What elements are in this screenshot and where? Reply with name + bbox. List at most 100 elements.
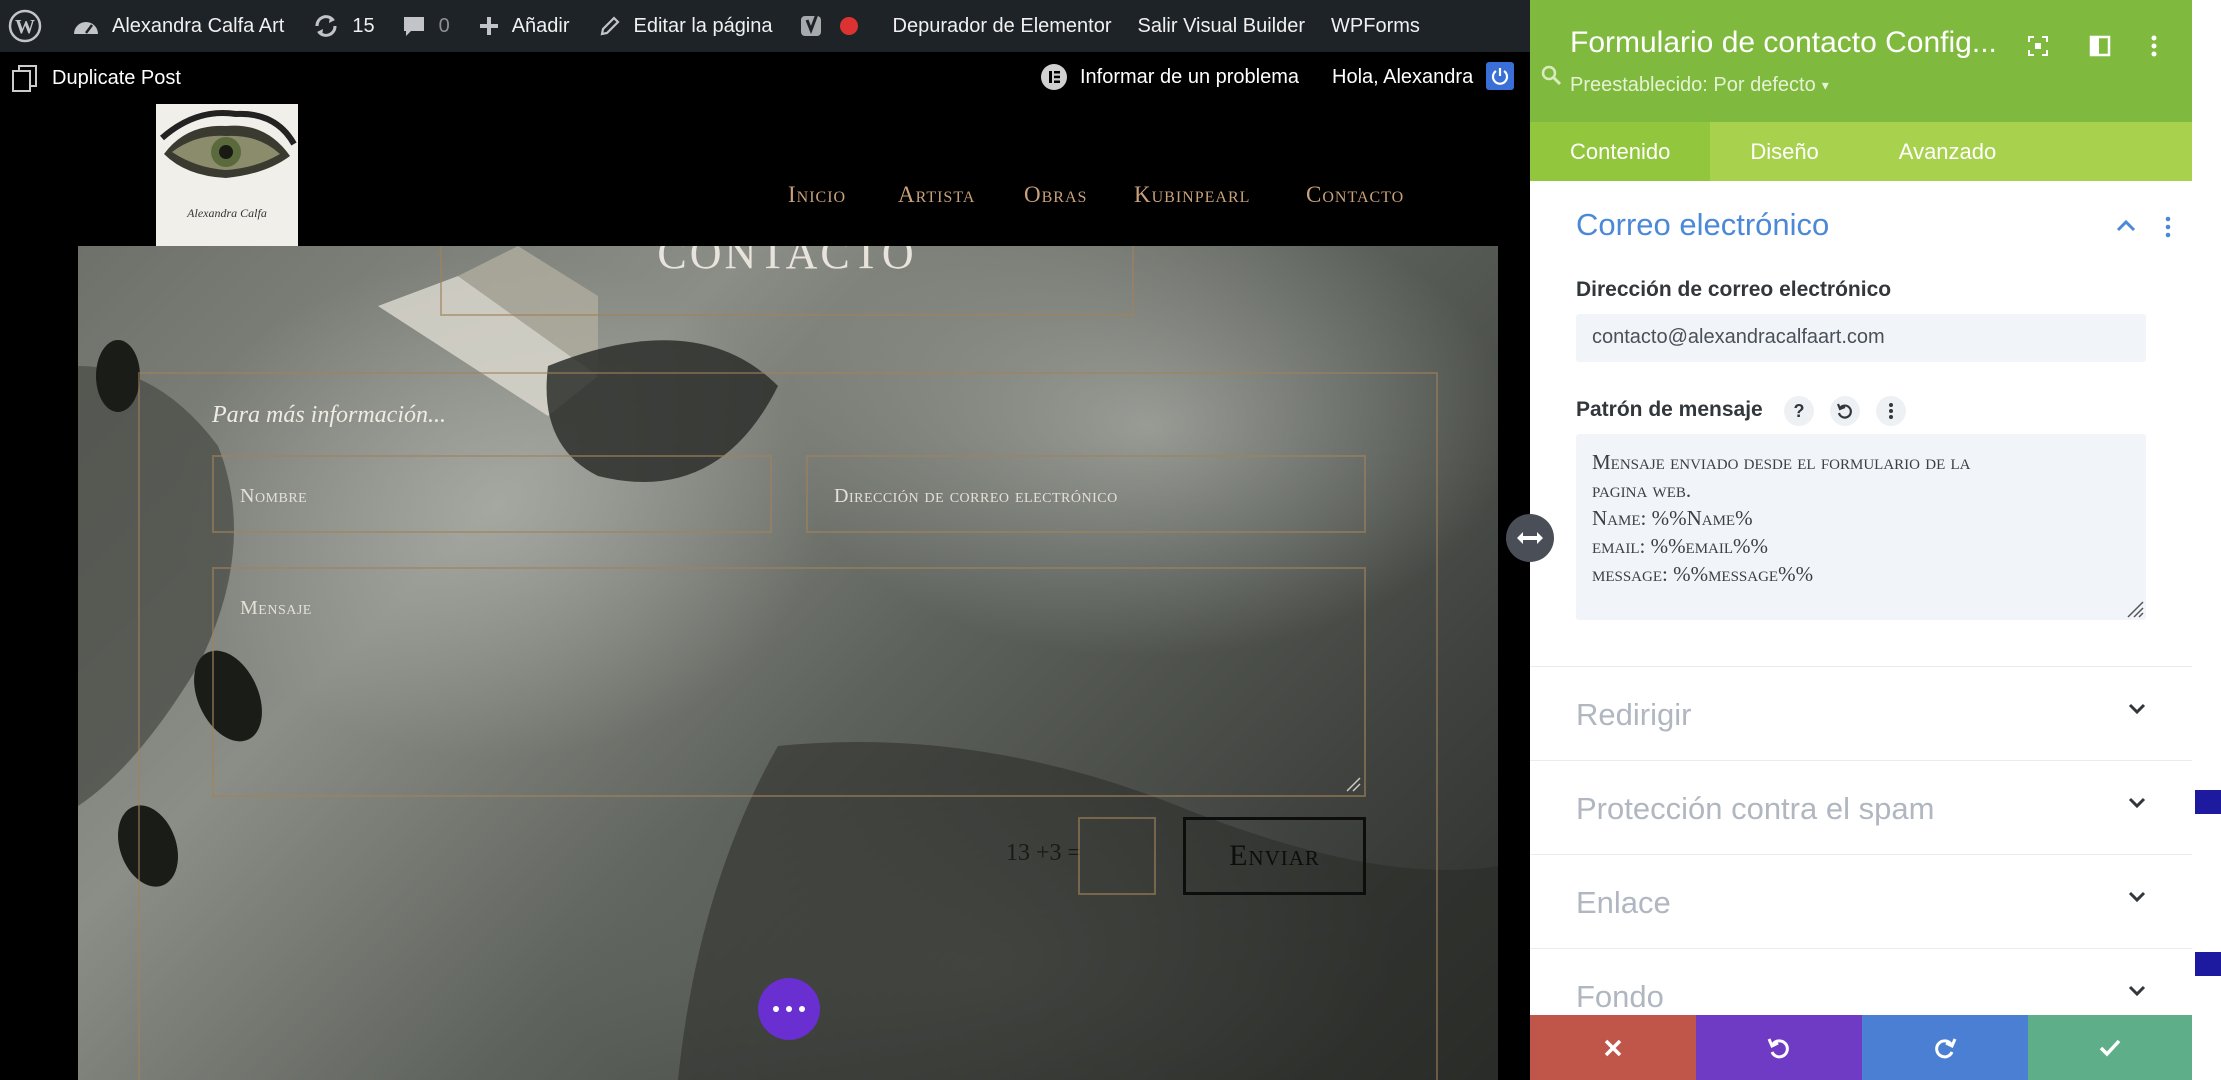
field-options-icon[interactable]	[1876, 396, 1906, 426]
redo-button[interactable]	[1862, 1015, 2028, 1080]
message-pattern-label: Patrón de mensaje	[1576, 398, 1763, 421]
nav-item-obras[interactable]: Obras	[1024, 182, 1087, 208]
section-spam-protection[interactable]: Protección contra el spam	[1530, 760, 2192, 854]
site-name-link[interactable]: Alexandra Calfa Art	[72, 0, 284, 52]
name-input[interactable]: Nombre	[212, 455, 772, 533]
submit-button[interactable]: Enviar	[1183, 817, 1366, 895]
updates-link[interactable]: 15	[312, 0, 375, 52]
email-placeholder: Dirección de correo electrónico	[834, 485, 1118, 507]
section-title-fondo: Fondo	[1576, 979, 1664, 1014]
duplicate-icon	[10, 63, 40, 93]
more-options-icon[interactable]	[2148, 34, 2160, 58]
tab-contenido[interactable]: Contenido	[1530, 122, 1711, 181]
reset-icon[interactable]	[1830, 396, 1860, 426]
site-logo[interactable]: Alexandra Calfa	[156, 104, 298, 246]
email-address-value: contacto@alexandracalfaart.com	[1592, 326, 1885, 348]
chevron-down-icon	[2128, 985, 2146, 997]
undo-icon	[1767, 1037, 1789, 1058]
edit-page-link[interactable]: Editar la página	[598, 0, 773, 52]
report-problem-label: Informar de un problema	[1080, 65, 1300, 88]
pattern-line: message: %%message%%	[1592, 562, 1814, 586]
redo-icon	[1935, 1037, 1957, 1058]
resize-handle-icon[interactable]	[1345, 776, 1361, 792]
exit-visual-builder-label: Salir Visual Builder	[1137, 14, 1306, 37]
builder-top-bar: Duplicate Post Informar de un problema H…	[0, 52, 1530, 102]
duplicate-post-link[interactable]: Duplicate Post	[10, 63, 181, 93]
chevron-up-icon[interactable]	[2116, 218, 2136, 232]
pattern-line: Mensaje enviado desde el formulario de l…	[1592, 450, 1971, 474]
wpforms-link[interactable]: WPForms	[1331, 0, 1420, 52]
checkmark-icon	[2099, 1039, 2121, 1057]
edit-page-label: Editar la página	[633, 14, 773, 37]
new-content-link[interactable]: Añadir	[478, 0, 570, 52]
panel-header: Formulario de contacto Config... Preesta…	[1530, 0, 2192, 122]
exit-visual-builder-link[interactable]: Salir Visual Builder	[1138, 0, 1306, 52]
message-pattern-textarea[interactable]: Mensaje enviado desde el formulario de l…	[1576, 434, 2146, 620]
pattern-line: email: %%email%%	[1592, 534, 1769, 558]
wpforms-label: WPForms	[1331, 14, 1420, 37]
dock-panel-icon[interactable]	[2088, 34, 2112, 58]
yoast-seo-icon[interactable]	[799, 0, 825, 52]
panel-resize-handle[interactable]	[1506, 514, 1554, 562]
panel-action-bar	[1530, 1015, 2192, 1080]
message-placeholder: Mensaje	[240, 597, 312, 619]
email-input[interactable]: Dirección de correo electrónico	[806, 455, 1366, 533]
section-title-email[interactable]: Correo electrónico	[1576, 207, 1829, 243]
wp-admin-bar: W Alexandra Calfa Art 15 0 Añadir Editar…	[0, 0, 1578, 52]
panel-title: Formulario de contacto Config...	[1570, 26, 1997, 59]
nav-item-inicio[interactable]: Inicio	[788, 182, 846, 208]
report-problem-link[interactable]: Informar de un problema	[1040, 63, 1299, 91]
section-title-redirigir: Redirigir	[1576, 697, 1692, 732]
duplicate-post-label: Duplicate Post	[52, 66, 181, 89]
nav-item-kubinpearl[interactable]: Kubinpearl	[1134, 182, 1250, 208]
discard-button[interactable]	[1530, 1015, 1696, 1080]
right-page-edge	[2192, 0, 2221, 1080]
help-icon[interactable]: ?	[1784, 396, 1814, 426]
pattern-line: Name: %%Name%	[1592, 506, 1753, 530]
captcha-question: 13 +3 =	[1006, 840, 1082, 866]
panel-tabs: Contenido Diseño Avanzado	[1530, 122, 2192, 181]
logo-signature: Alexandra Calfa	[187, 206, 267, 220]
site-name-label: Alexandra Calfa Art	[112, 14, 285, 37]
chevron-down-icon	[2128, 891, 2146, 903]
more-horizontal-icon	[773, 1006, 805, 1012]
nav-item-artista[interactable]: Artista	[898, 182, 975, 208]
hero-section: CONTACTO Para más información... Nombre …	[78, 246, 1498, 1080]
message-textarea[interactable]: Mensaje	[212, 567, 1366, 797]
captcha-input[interactable]	[1078, 817, 1156, 895]
dashboard-icon	[72, 14, 100, 38]
section-enlace[interactable]: Enlace	[1530, 854, 2192, 948]
comments-link[interactable]: 0	[401, 0, 450, 52]
pencil-icon	[598, 14, 622, 38]
seo-status-dot-icon	[839, 0, 859, 52]
svg-text:W: W	[15, 16, 35, 38]
fullscreen-icon[interactable]	[2026, 34, 2050, 58]
tab-diseno[interactable]: Diseño	[1710, 122, 1858, 181]
section-options-icon[interactable]	[2164, 216, 2172, 238]
preset-selector[interactable]: Preestablecido: Por defecto ▾	[1570, 74, 1829, 97]
save-button[interactable]	[2028, 1015, 2192, 1080]
pattern-line: pagina web.	[1592, 478, 1692, 502]
tab-avanzado[interactable]: Avanzado	[1859, 122, 2036, 181]
greeting-label: Hola, Alexandra	[1332, 66, 1474, 88]
search-icon[interactable]	[1540, 64, 1562, 86]
elementor-debugger-label: Depurador de Elementor	[892, 14, 1112, 37]
section-redirigir[interactable]: Redirigir	[1530, 666, 2192, 760]
close-icon	[1604, 1039, 1622, 1056]
email-address-label: Dirección de correo electrónico	[1576, 278, 1892, 301]
email-address-input[interactable]: contacto@alexandracalfaart.com	[1576, 314, 2146, 362]
resize-handle-icon[interactable]	[2126, 600, 2144, 618]
name-placeholder: Nombre	[240, 485, 308, 507]
greeting-link[interactable]: Hola, Alexandra	[1332, 66, 1473, 89]
page-settings-fab[interactable]	[758, 978, 820, 1040]
caret-down-icon: ▾	[1821, 77, 1829, 93]
eye-painting-icon	[160, 110, 297, 178]
undo-button[interactable]	[1696, 1015, 1862, 1080]
elementor-debugger-link[interactable]: Depurador de Elementor	[893, 0, 1112, 52]
wordpress-logo-icon[interactable]: W	[8, 0, 42, 52]
hero-title: CONTACTO	[657, 246, 917, 278]
elementor-icon	[1040, 63, 1068, 91]
power-icon[interactable]	[1486, 62, 1514, 90]
nav-item-contacto[interactable]: Contacto	[1306, 182, 1404, 208]
comments-count: 0	[438, 14, 450, 37]
